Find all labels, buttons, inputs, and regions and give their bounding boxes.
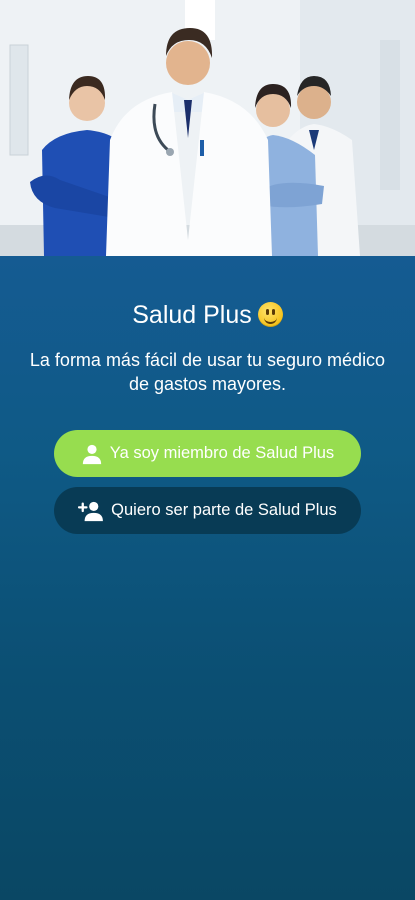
hero-image <box>0 0 415 256</box>
app-title: Salud Plus <box>0 298 415 332</box>
member-login-button[interactable]: Ya soy miembro de Salud Plus <box>54 430 361 477</box>
app-title-text: Salud Plus <box>132 301 252 329</box>
smiling-face-icon <box>257 302 283 327</box>
join-button[interactable]: Quiero ser parte de Salud Plus <box>54 487 361 534</box>
member-login-label: Ya soy miembro de Salud Plus <box>109 444 335 462</box>
join-label: Quiero ser parte de Salud Plus <box>111 501 337 519</box>
add-user-icon <box>78 501 104 521</box>
tagline: La forma más fácil de usar tu seguro méd… <box>29 350 386 394</box>
user-icon <box>82 444 101 464</box>
